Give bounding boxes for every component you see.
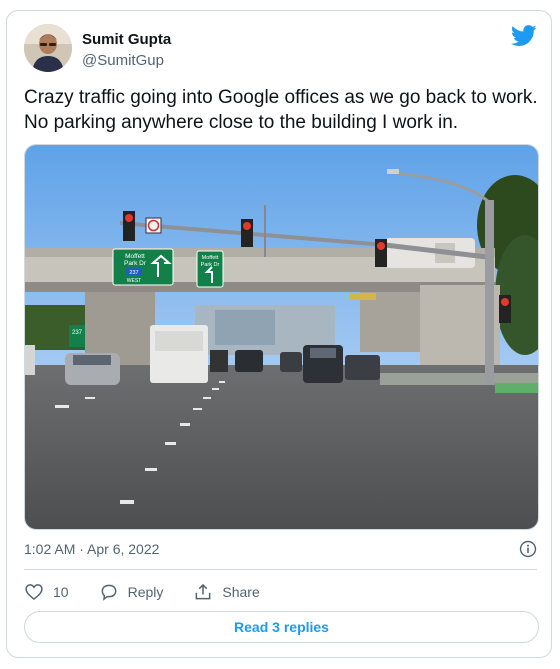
author-handle[interactable]: @SumitGup	[82, 52, 164, 69]
sign-right-line2: Park Dr	[201, 262, 220, 268]
like-count: 10	[53, 584, 69, 600]
action-bar: 10 Reply Share	[24, 581, 290, 603]
author-name[interactable]: Sumit Gupta	[82, 31, 171, 48]
info-icon[interactable]	[519, 540, 537, 558]
tweet-text: Crazy traffic going into Google offices …	[24, 87, 538, 133]
divider	[24, 569, 537, 570]
sign-left-dir: WEST	[127, 278, 141, 284]
twitter-bird-icon[interactable]	[511, 25, 537, 47]
reply-bubble-icon	[101, 584, 116, 601]
tweet-photo[interactable]: Moffett Park Dr 237 WEST Moffett Park Dr…	[24, 144, 539, 530]
share-icon	[195, 583, 211, 600]
sign-left-line1: Moffett	[125, 253, 145, 260]
sign-right-line1: Moffett	[202, 255, 219, 261]
share-button[interactable]: Share	[193, 582, 260, 602]
sign-left-line2: Park Dr	[124, 260, 147, 267]
avatar[interactable]	[24, 24, 72, 72]
tweet-timestamp[interactable]: 1:02 AM · Apr 6, 2022	[24, 541, 159, 557]
small-sign-route: 237	[72, 330, 83, 336]
share-label: Share	[222, 584, 260, 600]
sign-left-route: 237	[129, 270, 138, 276]
heart-icon	[25, 584, 43, 601]
reply-button[interactable]: Reply	[99, 582, 164, 602]
tweet-card: Sumit Gupta @SumitGup Crazy traffic goin…	[6, 10, 552, 658]
read-replies-button[interactable]: Read 3 replies	[24, 611, 539, 643]
reply-label: Reply	[127, 584, 164, 600]
like-button[interactable]: 10	[24, 582, 69, 602]
